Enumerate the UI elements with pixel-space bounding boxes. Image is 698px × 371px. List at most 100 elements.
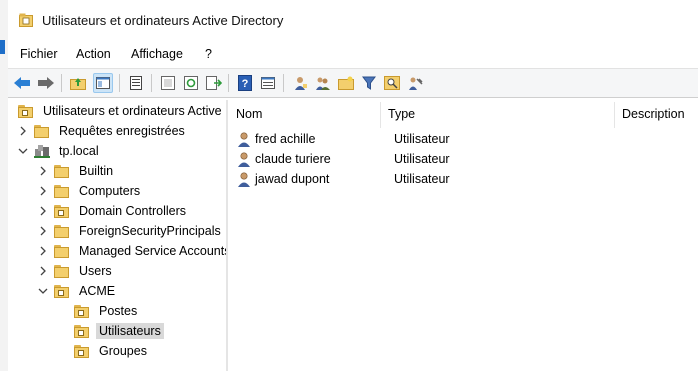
- filter-icon[interactable]: [359, 73, 379, 93]
- tree-item-acme[interactable]: ACME: [38, 282, 118, 300]
- domain-icon: [34, 144, 50, 158]
- user-icon: [238, 132, 250, 147]
- toolbar-separator: [151, 74, 152, 92]
- folder-icon: [54, 244, 70, 258]
- folder-icon: [54, 224, 70, 238]
- tree-item-users[interactable]: Users: [38, 262, 115, 280]
- tree-item-foreign-security-principals[interactable]: ForeignSecurityPrincipals: [38, 222, 224, 240]
- help-icon[interactable]: ?: [235, 73, 255, 93]
- column-header-label: Description: [622, 107, 685, 121]
- tree-item-computers[interactable]: Computers: [38, 182, 143, 200]
- desktop-mark: [0, 40, 5, 54]
- folder-icon: [54, 164, 70, 178]
- tree-item-utilisateurs[interactable]: Utilisateurs: [74, 322, 164, 340]
- ou-folder-icon: [74, 324, 90, 338]
- column-divider[interactable]: [380, 102, 381, 128]
- chevron-right-icon[interactable]: [38, 166, 48, 176]
- chevron-down-icon[interactable]: [38, 286, 48, 296]
- tree-item-domain-controllers[interactable]: Domain Controllers: [38, 202, 189, 220]
- tree-item-postes[interactable]: Postes: [74, 302, 140, 320]
- toolbar-separator: [228, 74, 229, 92]
- ou-folder-icon: [54, 204, 70, 218]
- svg-text:?: ?: [242, 78, 249, 90]
- tree-item-label: Users: [79, 264, 112, 278]
- new-group-icon[interactable]: [313, 73, 333, 93]
- chevron-right-icon[interactable]: [18, 126, 28, 136]
- column-header-description[interactable]: Description: [622, 100, 698, 128]
- tree-root-label: Utilisateurs et ordinateurs Active: [43, 104, 222, 118]
- folder-icon: [54, 264, 70, 278]
- tree-item-label: Groupes: [99, 344, 147, 358]
- toolbar-separator: [61, 74, 62, 92]
- list-item[interactable]: fred achille Utilisateur: [236, 130, 450, 148]
- refresh-icon[interactable]: [181, 73, 201, 93]
- user-name: fred achille: [255, 132, 316, 146]
- window-title: Utilisateurs et ordinateurs Active Direc…: [42, 13, 284, 28]
- tree-item-managed-service-accounts[interactable]: Managed Service Accounts: [38, 242, 228, 260]
- details-view-icon[interactable]: [258, 73, 278, 93]
- aduc-window: Utilisateurs et ordinateurs Active Direc…: [8, 0, 698, 371]
- tree-item-builtin[interactable]: Builtin: [38, 162, 116, 180]
- tree-item-label: Postes: [99, 304, 138, 318]
- tree-item-label: ACME: [79, 284, 116, 298]
- results-pane: Nom Type Description fred achille Utilis…: [230, 100, 698, 371]
- export-icon[interactable]: [204, 73, 224, 93]
- column-divider[interactable]: [614, 102, 615, 128]
- user-icon: [238, 152, 250, 167]
- tree-item-groupes[interactable]: Groupes: [74, 342, 150, 360]
- toolbar-separator: [283, 74, 284, 92]
- find-icon[interactable]: [382, 73, 402, 93]
- chevron-right-icon[interactable]: [38, 266, 48, 276]
- properties-icon[interactable]: [126, 73, 146, 93]
- show-tree-icon[interactable]: [93, 73, 113, 93]
- chevron-right-icon[interactable]: [38, 226, 48, 236]
- user-type: Utilisateur: [394, 132, 450, 146]
- tree-item-label: Requêtes enregistrées: [59, 124, 185, 138]
- column-header-label: Nom: [236, 107, 263, 121]
- new-ou-icon[interactable]: [336, 73, 356, 93]
- list-item[interactable]: claude turiere Utilisateur: [236, 150, 450, 168]
- chevron-right-icon[interactable]: [38, 186, 48, 196]
- tree-root[interactable]: Utilisateurs et ordinateurs Active: [18, 102, 225, 120]
- toolbar-separator: [119, 74, 120, 92]
- menu-bar: Fichier Action Affichage ?: [8, 44, 698, 66]
- up-folder-icon[interactable]: [68, 73, 88, 93]
- back-arrow-icon[interactable]: [12, 73, 32, 93]
- tree-item-label: tp.local: [59, 144, 99, 158]
- chevron-right-icon[interactable]: [38, 206, 48, 216]
- forward-arrow-icon[interactable]: [36, 73, 56, 93]
- tree-item-saved-queries[interactable]: Requêtes enregistrées: [18, 122, 188, 140]
- toolbar: ?: [8, 68, 698, 98]
- tree-item-label: Utilisateurs: [96, 323, 164, 339]
- console-tree: Utilisateurs et ordinateurs Active Requê…: [10, 100, 228, 371]
- ou-folder-icon: [74, 304, 90, 318]
- tree-item-label: Domain Controllers: [79, 204, 186, 218]
- menu-help[interactable]: ?: [205, 47, 212, 61]
- chevron-right-icon[interactable]: [38, 246, 48, 256]
- column-header-type[interactable]: Type: [388, 100, 608, 128]
- folder-icon: [34, 124, 50, 138]
- menu-affichage[interactable]: Affichage: [131, 47, 183, 61]
- user-name: jawad dupont: [255, 172, 330, 186]
- folder-icon: [54, 184, 70, 198]
- ou-folder-icon: [74, 344, 90, 358]
- menu-action[interactable]: Action: [76, 47, 111, 61]
- column-header-name[interactable]: Nom: [236, 100, 386, 128]
- aduc-root-icon: [18, 104, 34, 118]
- app-icon: [19, 13, 33, 27]
- user-name: claude turiere: [255, 152, 331, 166]
- title-bar: Utilisateurs et ordinateurs Active Direc…: [8, 0, 698, 40]
- list-item[interactable]: jawad dupont Utilisateur: [236, 170, 450, 188]
- chevron-down-icon[interactable]: [18, 146, 28, 156]
- column-header-label: Type: [388, 107, 416, 121]
- export-list-icon[interactable]: [158, 73, 178, 93]
- new-user-icon[interactable]: [290, 73, 310, 93]
- ou-folder-icon: [54, 284, 70, 298]
- tree-item-domain[interactable]: tp.local: [18, 142, 102, 160]
- delegate-icon[interactable]: [405, 73, 425, 93]
- tree-item-label: ForeignSecurityPrincipals: [79, 224, 221, 238]
- menu-fichier[interactable]: Fichier: [20, 47, 58, 61]
- tree-item-label: Computers: [79, 184, 141, 198]
- user-type: Utilisateur: [394, 172, 450, 186]
- tree-item-label: Managed Service Accounts: [79, 244, 228, 258]
